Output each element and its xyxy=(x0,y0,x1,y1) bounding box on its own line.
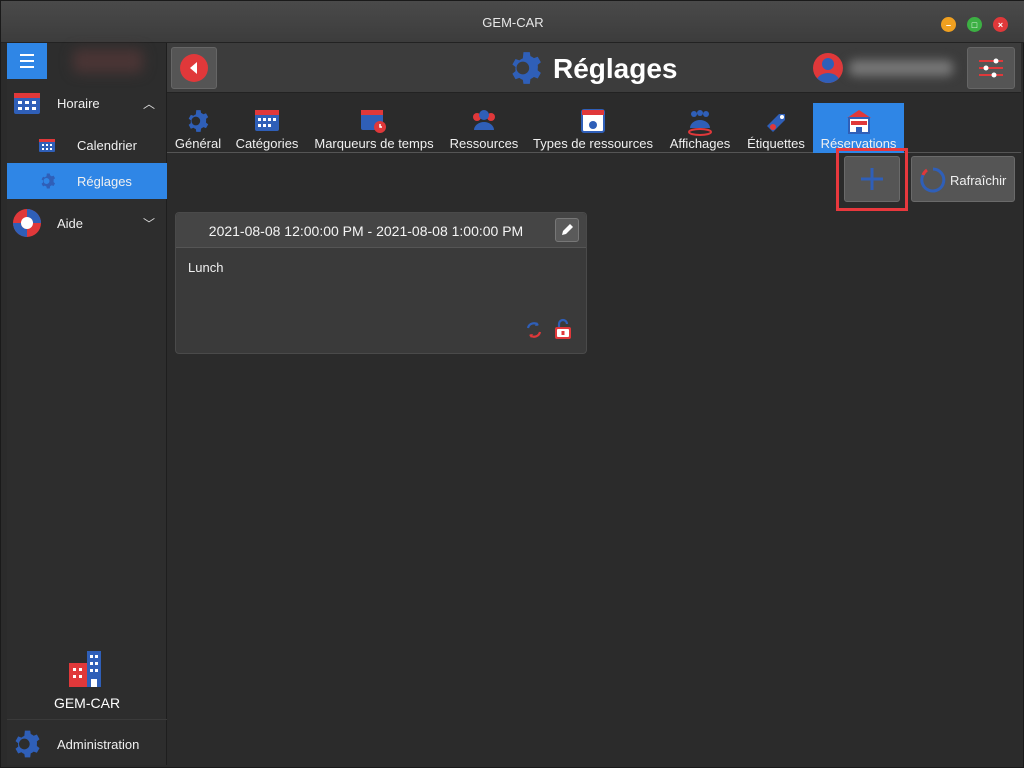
sidebar-section-label: Horaire xyxy=(57,95,100,111)
tab-label: Catégories xyxy=(235,136,299,151)
reservation-card-header: 2021-08-08 12:00:00 PM - 2021-08-08 1:00… xyxy=(176,213,586,248)
tab-label: Marqueurs de temps xyxy=(314,136,434,151)
edit-button[interactable] xyxy=(555,218,579,242)
tab-label: Ressources xyxy=(449,136,519,151)
gear-icon xyxy=(512,52,541,84)
user-avatar-icon[interactable] xyxy=(813,53,843,83)
back-arrow-icon xyxy=(180,54,208,82)
tag-icon xyxy=(767,114,785,132)
minimize-button[interactable]: – xyxy=(941,17,956,32)
settings-tab-bar: Général Catégories Marqueurs de temps Re… xyxy=(167,103,1021,153)
gear-icon xyxy=(188,110,209,132)
calendar-icon xyxy=(14,93,40,114)
sidebar-section-aide[interactable]: Aide ﹀ xyxy=(7,205,167,241)
tab-ressources[interactable]: Ressources xyxy=(447,103,521,153)
tab-types-de-ressources[interactable]: Types de ressources xyxy=(531,103,655,153)
sliders-icon xyxy=(979,58,1003,78)
brand-name: GEM-CAR xyxy=(53,695,121,711)
tab-general[interactable]: Général xyxy=(169,103,227,153)
tab-affichages[interactable]: Affichages xyxy=(665,103,735,153)
calendar-clock-icon xyxy=(361,110,386,133)
refresh-label: Rafraîchir xyxy=(950,173,1007,188)
chevron-up-icon: ︿ xyxy=(142,96,155,111)
building-logo-icon xyxy=(69,651,101,687)
tab-label: Affichages xyxy=(669,136,731,151)
close-button[interactable]: × xyxy=(993,17,1008,32)
sidebar-item-label: Réglages xyxy=(77,173,132,189)
gear-icon xyxy=(41,173,56,189)
tab-label: Général xyxy=(174,136,222,151)
title-bar: GEM-CAR – □ × xyxy=(1,1,1024,43)
reservation-building-icon xyxy=(846,110,871,134)
recurring-icon[interactable] xyxy=(524,320,544,340)
hamburger-menu-button[interactable] xyxy=(7,43,47,79)
reservation-dates: 2021-08-08 12:00:00 PM - 2021-08-08 1:00… xyxy=(208,223,524,239)
calendar-small-icon xyxy=(39,139,55,152)
page-header: Réglages xyxy=(167,43,1021,93)
tab-reservations[interactable]: Réservations xyxy=(813,103,904,153)
sidebar-item-administration[interactable]: Administration xyxy=(7,719,167,765)
window-title: GEM-CAR xyxy=(482,15,544,30)
sidebar-item-reglages[interactable]: Réglages xyxy=(7,163,167,199)
refresh-button[interactable]: Rafraîchir xyxy=(911,156,1015,202)
page-title: Réglages xyxy=(553,53,678,84)
highlight-box xyxy=(836,148,908,211)
sidebar-item-calendrier[interactable]: Calendrier xyxy=(7,127,167,163)
resource-card-icon xyxy=(581,109,605,133)
blurred-user-name xyxy=(849,60,953,76)
gear-icon xyxy=(15,730,40,758)
tab-etiquettes[interactable]: Étiquettes xyxy=(743,103,809,153)
tab-categories[interactable]: Catégories xyxy=(231,103,303,153)
reservation-description: Lunch xyxy=(188,260,224,275)
people-display-icon xyxy=(688,110,712,136)
pencil-icon xyxy=(562,224,573,235)
sidebar-section-horaire[interactable]: Horaire ︿ xyxy=(7,85,167,121)
chevron-down-icon: ﹀ xyxy=(142,216,155,231)
tab-marqueurs-de-temps[interactable]: Marqueurs de temps xyxy=(311,103,437,153)
sidebar-item-label: Calendrier xyxy=(77,137,137,153)
sliders-settings-button[interactable] xyxy=(967,47,1015,89)
maximize-button[interactable]: □ xyxy=(967,17,982,32)
back-button[interactable] xyxy=(171,47,217,89)
calendar-grid-icon xyxy=(255,110,279,131)
admin-label: Administration xyxy=(57,737,140,752)
lifebuoy-icon xyxy=(13,209,41,237)
sidebar: Horaire ︿ Calendrier Réglages Aide ﹀ GEM… xyxy=(7,43,167,765)
tab-label: Étiquettes xyxy=(747,136,805,151)
group-icon xyxy=(473,110,495,130)
app-window: GEM-CAR – □ × Horaire ︿ Calendrier Régla… xyxy=(0,0,1024,768)
reservation-card: 2021-08-08 12:00:00 PM - 2021-08-08 1:00… xyxy=(175,212,587,354)
refresh-icon xyxy=(920,167,946,193)
blurred-user-name xyxy=(73,49,143,73)
tab-label: Types de ressources xyxy=(533,136,653,151)
sidebar-section-label: Aide xyxy=(57,215,84,231)
unlock-icon[interactable] xyxy=(554,318,572,340)
